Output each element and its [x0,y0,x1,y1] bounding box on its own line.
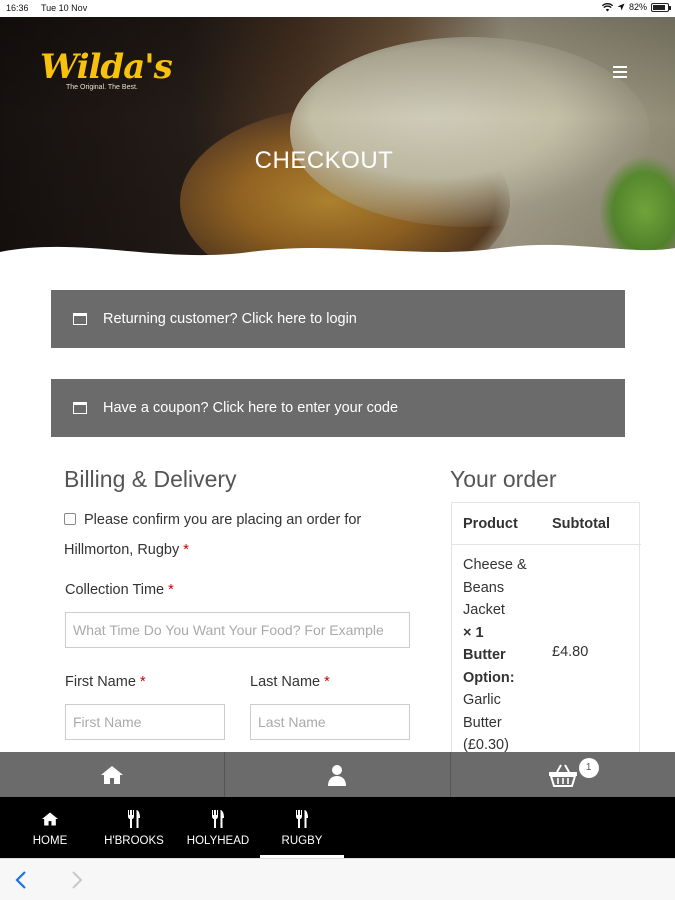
required-mark: * [183,542,189,558]
login-notice-text: Returning customer? Click here to login [103,311,357,327]
battery-percent: 82% [628,2,647,12]
cart-count-badge: 1 [578,758,599,778]
nav-home[interactable]: HOME [8,797,92,858]
nav-holyhead[interactable]: HOLYHEAD [176,797,260,858]
order-item: Cheese & Beans Jacket × 1 Butter Option:… [463,554,543,757]
cutlery-icon [128,810,140,828]
wifi-icon [601,2,613,11]
basket-button[interactable]: 1 [451,752,675,797]
collection-time-input[interactable]: What Time Do You Want Your Food? For Exa… [65,612,410,648]
last-name-input[interactable]: Last Name [250,704,410,740]
cutlery-icon [212,810,224,828]
location-nav: HOME H'BROOKS HOLYHEAD RUGBY [0,797,675,858]
nav-holyhead-label: HOLYHEAD [186,835,250,847]
basket-icon [548,764,577,787]
collection-time-label: Collection Time * [65,582,174,598]
logo-text: Wilda's [40,47,173,87]
home-button[interactable] [0,752,226,797]
last-name-label: Last Name * [250,674,330,690]
page-title: CHECKOUT [254,147,394,174]
first-name-input[interactable]: First Name [65,704,225,740]
user-icon [328,764,347,786]
checkout-page: 16:36 Tue 10 Nov 82% Wilda's The Origina… [0,0,675,900]
order-item-option-label: Butter Option: [463,647,515,686]
order-summary: Your order Product Subtotal Cheese & Bea… [450,466,641,762]
order-item-option-value: Garlic Butter (£0.30) [463,692,509,753]
confirm-location-checkbox[interactable] [64,513,76,525]
account-button[interactable] [225,752,451,797]
nav-rugby[interactable]: RUGBY [260,797,344,858]
nav-home-label: HOME [32,835,68,847]
order-title: Your order [450,466,557,492]
home-icon [42,812,58,826]
cutlery-icon [296,810,308,828]
hero-wave-divider [0,244,675,267]
order-item-name: Cheese & Beans Jacket [463,557,527,618]
nav-rugby-label: RUGBY [281,835,323,847]
bottom-action-bar: 1 [0,752,675,797]
column-subtotal: Subtotal [552,516,610,532]
battery-icon [651,2,671,12]
billing-title: Billing & Delivery [64,466,237,492]
confirm-location-label[interactable]: Please confirm you are placing an order … [64,512,361,558]
hamburger-menu-icon[interactable] [613,66,627,78]
nav-hbrooks[interactable]: H'BROOKS [92,797,176,858]
logo[interactable]: Wilda's The Original. The Best. [40,47,173,91]
location-icon [617,3,625,11]
home-icon [101,765,124,784]
forward-arrow-icon[interactable] [70,870,84,890]
column-product: Product [463,516,518,532]
browser-toolbar [0,858,675,900]
order-item-subtotal: £4.80 [552,644,589,660]
order-table: Product Subtotal Cheese & Beans Jacket ×… [451,502,641,762]
status-indicators: 82% [601,2,671,12]
back-arrow-icon[interactable] [14,870,28,890]
order-item-qty: × 1 [463,624,484,641]
billing-delivery-form: Billing & Delivery Please confirm you ar… [64,466,412,740]
status-time: 16:36 [6,3,29,13]
order-table-header: Product Subtotal [452,503,641,545]
confirm-location-row: Please confirm you are placing an order … [64,505,412,565]
coupon-notice-text: Have a coupon? Click here to enter your … [103,400,399,416]
first-name-label: First Name * [65,674,146,690]
hero-banner: Wilda's The Original. The Best. CHECKOUT [0,17,675,267]
status-date: Tue 10 Nov [41,3,88,13]
nav-hbrooks-label: H'BROOKS [104,835,164,847]
window-icon [73,402,87,414]
window-icon [73,313,87,325]
status-bar: 16:36 Tue 10 Nov 82% [0,0,675,17]
returning-customer-login-bar[interactable]: Returning customer? Click here to login [51,290,625,348]
coupon-code-bar[interactable]: Have a coupon? Click here to enter your … [51,379,625,437]
